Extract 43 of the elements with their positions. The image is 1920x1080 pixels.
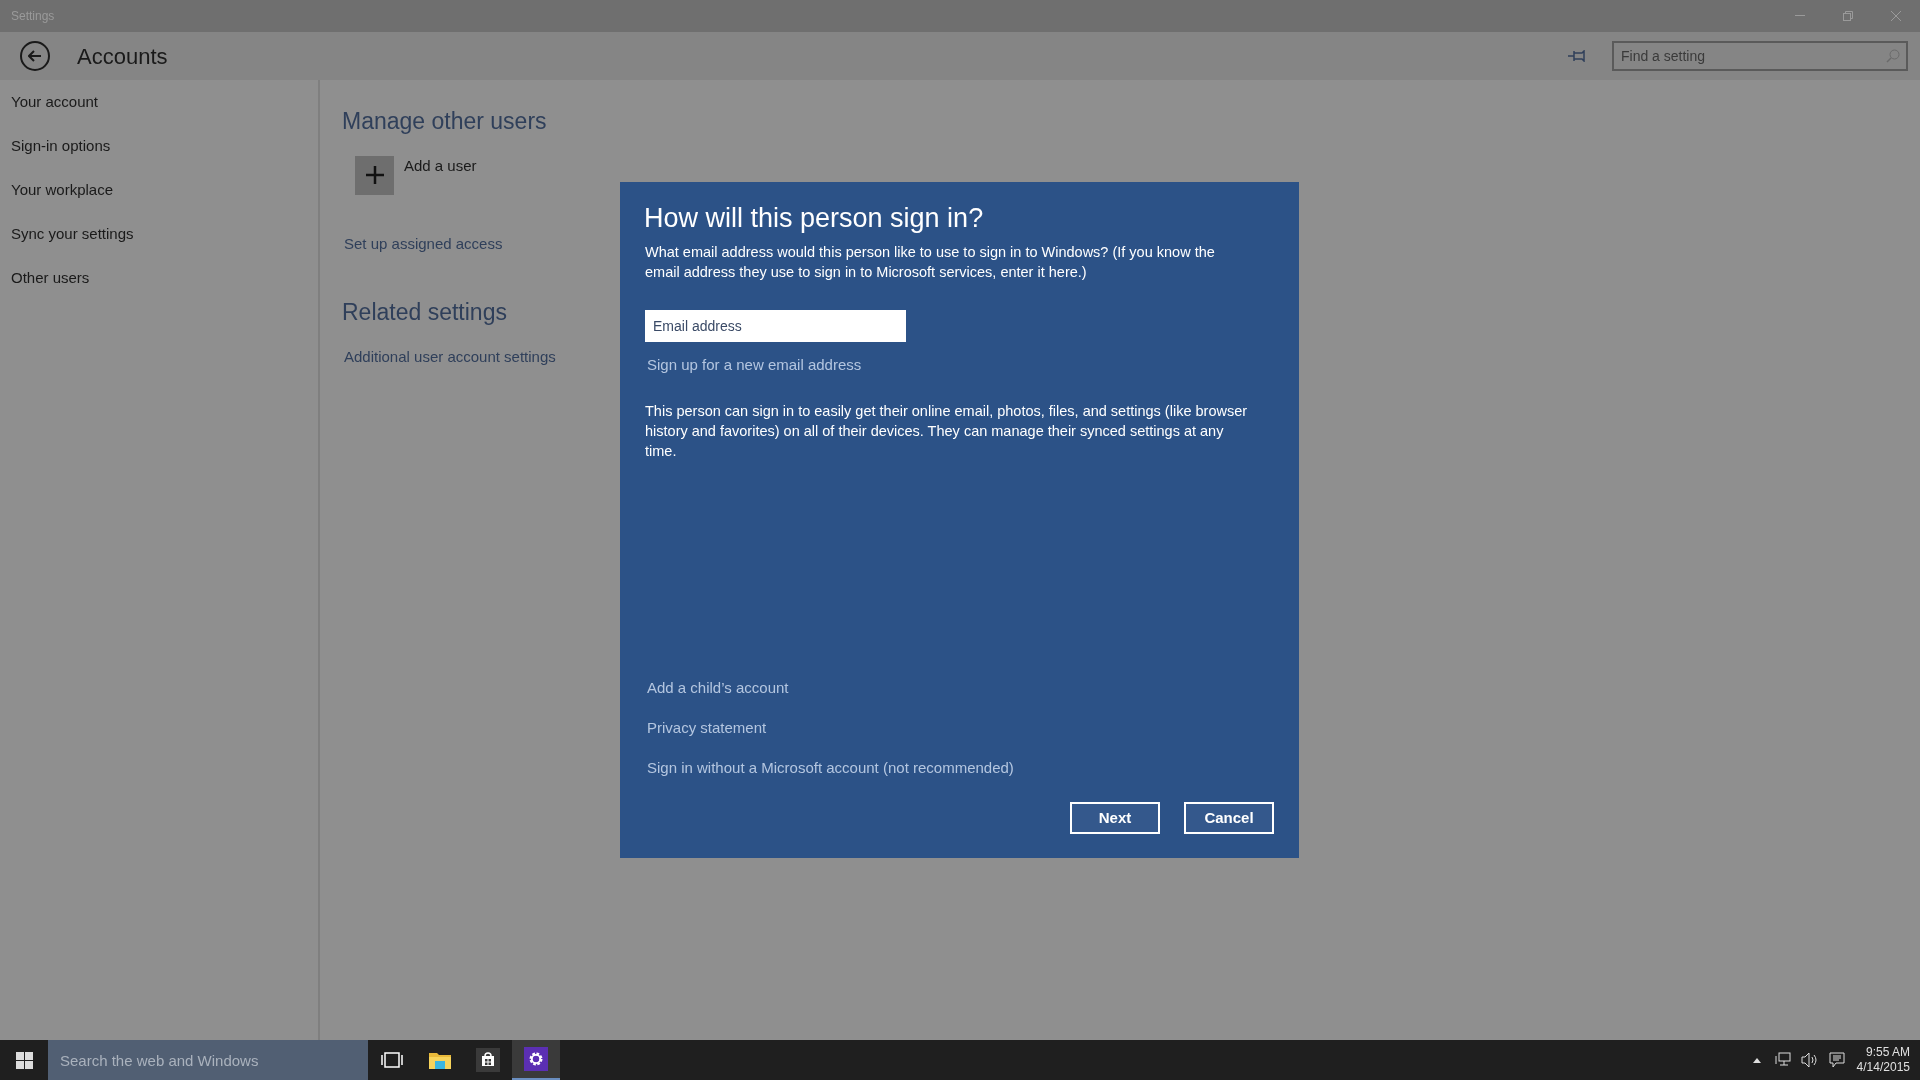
add-user-button[interactable]: Add a user — [355, 155, 477, 195]
dialog-intro: What email address would this person like to use to sign in to Windows? (If you know the email address they use to sign in to Microsoft services, enter it here.) — [645, 243, 1216, 283]
plus-icon — [365, 166, 384, 184]
dialog-description: This person can sign in to easily get their online email, photos, files, and settings (like browser history and favorites) on all of their devices. They can manage their synced settings at any time. — [645, 401, 1249, 461]
section-heading: Related settings — [342, 298, 507, 327]
sidebar-item[interactable]: Sign-in options — [0, 124, 318, 168]
shopping-bag-icon — [476, 1048, 500, 1072]
sidebar-item[interactable]: Your workplace — [0, 168, 318, 212]
dialog-link[interactable]: Add a child’s account — [647, 678, 789, 698]
sidebar-item[interactable]: Other users — [0, 256, 318, 300]
caret-up-icon — [1752, 1057, 1761, 1063]
section-heading: Manage other users — [342, 107, 547, 136]
clock-time: 9:55 AM — [1865, 1045, 1910, 1060]
volume-icon — [1800, 1052, 1819, 1068]
minimize-icon — [1795, 15, 1805, 17]
taskbar-search-field[interactable]: Search the web and Windows — [48, 1040, 368, 1080]
email-field[interactable]: Email address — [645, 310, 906, 343]
dialog-link[interactable]: Sign in without a Microsoft account (not recommended) — [647, 758, 1014, 778]
restore-icon — [1843, 11, 1853, 21]
dialog-link[interactable]: Privacy statement — [647, 718, 767, 738]
signup-link[interactable]: Sign up for a new email address — [647, 354, 862, 377]
search-field[interactable]: Find a setting — [1612, 41, 1908, 71]
network-icon — [1774, 1052, 1791, 1068]
dialog-button[interactable]: Cancel — [1184, 802, 1274, 834]
assigned-access-link[interactable]: Set up assigned access — [344, 232, 503, 255]
back-button[interactable] — [20, 41, 50, 71]
windows-logo-icon — [15, 1051, 33, 1069]
dialog-title: How will this person sign in? — [644, 202, 985, 235]
clock-date: 4/14/2015 — [1856, 1060, 1910, 1075]
task-view-icon — [381, 1051, 403, 1069]
back-arrow-icon — [28, 50, 42, 62]
pin-icon — [1568, 50, 1588, 62]
close-icon — [1891, 11, 1901, 21]
gear-icon — [524, 1047, 548, 1071]
message-icon — [1828, 1052, 1845, 1068]
sidebar-item[interactable]: Your account — [0, 80, 318, 124]
taskbar-app-button[interactable] — [512, 1040, 560, 1080]
page-title: Accounts — [77, 42, 168, 71]
dialog-button[interactable]: Next — [1070, 802, 1160, 834]
folder-icon — [428, 1050, 452, 1070]
search-icon — [1886, 49, 1900, 63]
account-settings-link[interactable]: Additional user account settings — [344, 345, 556, 368]
sidebar-item[interactable]: Sync your settings — [0, 212, 318, 256]
